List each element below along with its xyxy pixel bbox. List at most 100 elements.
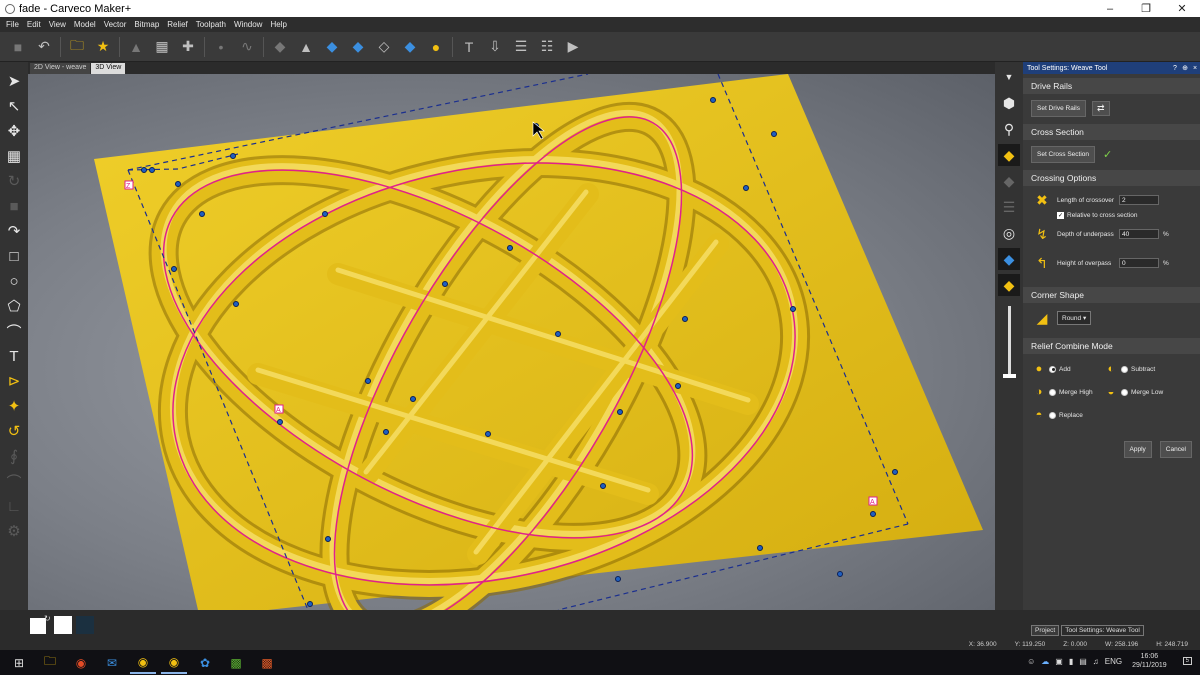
rotate-icon[interactable]: ↻ [3,170,25,192]
relief-add-icon[interactable]: ◆ [322,37,342,57]
cancel-button[interactable]: Cancel [1159,441,1192,458]
node-edit-icon[interactable]: ↖ [3,95,25,117]
corner-shape-select[interactable]: Round ▾ [1057,311,1092,325]
relative-checkbox[interactable]: ✓ [1057,212,1064,219]
save-icon[interactable]: ■ [8,37,28,57]
relief-subtract-icon[interactable]: ◇ [374,37,394,57]
help-button[interactable]: ? [1170,65,1180,72]
apply-button[interactable]: Apply [1123,441,1152,458]
relief-yellow-icon[interactable]: ◆ [998,274,1020,296]
menu-bitmap[interactable]: Bitmap [134,20,159,29]
panel-menu-icon[interactable]: ▼ [998,66,1020,88]
folder-tray-icon[interactable]: ▣ [1055,657,1063,666]
circle-icon[interactable]: ○ [3,270,25,292]
zoom-icon[interactable]: ⚲ [998,118,1020,140]
maximize-button[interactable]: ❐ [1128,2,1164,15]
language-indicator[interactable]: ENG [1105,657,1122,666]
corner-icon[interactable]: ∟ [3,495,25,517]
menu-view[interactable]: View [49,20,66,29]
notification-icon[interactable]: 5 [1182,657,1192,665]
pan-icon[interactable]: ▶ [563,37,583,57]
merge-high-radio[interactable] [1049,388,1056,396]
menu-model[interactable]: Model [74,20,96,29]
close-button[interactable]: ✕ [1164,2,1200,15]
network-icon[interactable]: ▤ [1079,657,1087,666]
fillet-icon[interactable]: ⌒ [3,470,25,492]
node-icon[interactable]: • [211,37,231,57]
photos-icon[interactable]: ✿ [192,652,218,674]
3d-cube-icon[interactable]: ⬢ [998,92,1020,114]
smooth-icon[interactable]: ∿ [237,37,257,57]
favourite-folder-icon[interactable]: ★ [93,37,113,57]
spiral-icon[interactable]: ↺ [3,420,25,442]
relief-flat-icon[interactable]: ◆ [270,37,290,57]
undo-icon[interactable]: ↶ [34,37,54,57]
move-icon[interactable]: ▲ [126,37,146,57]
arc-icon[interactable]: ⌒ [3,320,25,342]
relief-merge-icon[interactable]: ◆ [348,37,368,57]
tertiary-swatch[interactable] [76,616,94,634]
text-icon[interactable]: T [459,37,479,57]
layer-grey-icon[interactable]: ◆ [998,170,1020,192]
clock[interactable]: 16:06 29/11/2019 [1132,652,1167,670]
import-icon[interactable]: ⇩ [485,37,505,57]
file-explorer-icon[interactable]: 🗀 [37,652,63,674]
layer-white-icon[interactable]: ◆ [998,144,1020,166]
outlook-icon[interactable]: ✉ [99,652,125,674]
menu-toolpath[interactable]: Toolpath [196,20,226,29]
texture-icon[interactable]: ☷ [537,37,557,57]
menu-window[interactable]: Window [234,20,262,29]
add-icon[interactable]: ✚ [178,37,198,57]
depth-input[interactable]: 40 [1119,229,1159,239]
square-dim-icon[interactable]: ■ [3,195,25,217]
polyline-icon[interactable]: ↷ [3,220,25,242]
orange-app-icon[interactable]: ▩ [254,652,280,674]
battery-icon[interactable]: ▮ [1069,657,1073,666]
sparkle-icon[interactable]: ✦ [3,395,25,417]
transform-icon[interactable]: ✥ [3,120,25,142]
open-folder-icon[interactable]: 🗀 [67,37,87,57]
tab-3d-view[interactable]: 3D View [91,63,126,74]
water-drop-icon[interactable]: ● [426,37,446,57]
merge-low-radio[interactable] [1121,388,1128,396]
secondary-swatch[interactable] [54,616,72,634]
text-tool-icon[interactable]: T [3,345,25,367]
layer-stack-icon[interactable]: ☰ [998,196,1020,218]
carveco-app-icon[interactable]: ◉ [130,652,156,674]
windows-start-icon[interactable]: ⊞ [6,652,32,674]
carveco-app-icon-2[interactable]: ◉ [161,652,187,674]
minimize-button[interactable]: – [1092,3,1128,15]
polygon-icon[interactable]: ⬠ [3,295,25,317]
panel-close-button[interactable]: × [1190,65,1200,72]
tab-tool-settings[interactable]: Tool Settings: Weave Tool [1061,625,1144,636]
length-input[interactable]: 2 [1119,195,1159,205]
people-icon[interactable]: ☺ [1027,657,1035,666]
add-radio[interactable] [1049,365,1056,373]
replace-radio[interactable] [1049,411,1056,419]
relief-raise-icon[interactable]: ▲ [296,37,316,57]
volume-icon[interactable]: ♫ [1093,657,1099,666]
relief-replace-icon[interactable]: ◆ [400,37,420,57]
weave-tool-icon[interactable]: ⊳ [3,370,25,392]
trim-icon[interactable]: ∮ [3,445,25,467]
subtract-radio[interactable] [1121,365,1128,373]
tab-2d-view[interactable]: 2D View - weave [30,63,91,74]
menu-relief[interactable]: Relief [167,20,187,29]
swap-rails-icon[interactable]: ⇄ [1091,101,1110,116]
rectangle-icon[interactable]: □ [3,245,25,267]
transform-icon[interactable]: ▦ [152,37,172,57]
chrome-icon[interactable]: ◉ [68,652,94,674]
set-cross-section-button[interactable]: Set Cross Section [1031,146,1096,163]
green-app-icon[interactable]: ▩ [223,652,249,674]
cloud-icon[interactable]: ☁ [1041,657,1049,666]
pin-icon[interactable]: ⊕ [1180,64,1190,72]
3d-viewport[interactable]: Z A A [28,74,995,610]
height-input[interactable]: 0 [1119,258,1159,268]
boolean-icon[interactable]: ◎ [998,222,1020,244]
stack-icon[interactable]: ☰ [511,37,531,57]
tab-project[interactable]: Project [1031,625,1060,636]
grid-icon[interactable]: ▦ [3,145,25,167]
relief-blue-icon[interactable]: ◆ [998,248,1020,270]
set-drive-rails-button[interactable]: Set Drive Rails [1031,100,1086,117]
menu-edit[interactable]: Edit [27,20,41,29]
